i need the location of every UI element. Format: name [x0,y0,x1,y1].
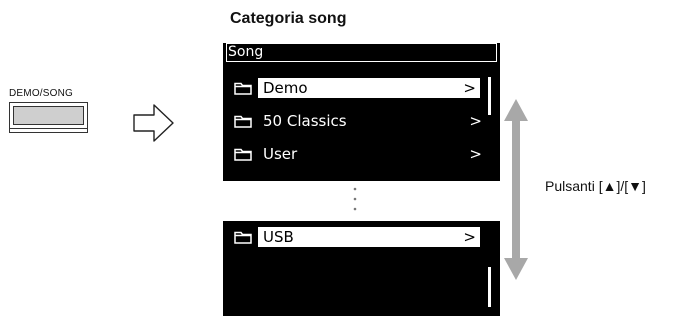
up-down-buttons-label: Pulsanti [▲]/[▼] [545,178,646,194]
chevron-right-icon: > [469,145,482,163]
scrollbar[interactable] [488,77,491,115]
demo-song-button-cap[interactable] [13,106,84,125]
song-screen-bottom: USB > [223,221,500,316]
folder-icon [234,148,252,161]
list-item-user[interactable]: User > [228,143,490,165]
demo-song-label: DEMO/SONG [9,88,74,99]
list-item-50-classics[interactable]: 50 Classics > [228,110,490,132]
double-headed-vertical-arrow-icon [504,99,528,280]
hollow-right-arrow-icon [133,104,174,142]
demo-song-button[interactable] [9,102,88,129]
chevron-right-icon: > [463,228,476,246]
category-title: Categoria song [230,10,347,27]
list-item-label: 50 Classics [263,112,347,130]
chevron-right-icon: > [469,112,482,130]
screen-header: Song [226,43,497,62]
chevron-right-icon: > [463,79,476,97]
folder-icon [234,231,252,244]
folder-icon [234,115,252,128]
song-screen-top: Song Demo > 50 Classics > User > [223,43,500,181]
list-item-label: User [263,145,298,163]
list-item-label: USB [260,227,468,247]
vertical-ellipsis-icon [353,187,357,211]
list-item-usb[interactable]: USB > [228,226,490,248]
demo-song-button-base [9,129,88,133]
folder-icon [234,82,252,95]
scrollbar[interactable] [488,267,491,307]
list-item-label: Demo [260,78,468,98]
list-item-demo[interactable]: Demo > [228,77,490,99]
